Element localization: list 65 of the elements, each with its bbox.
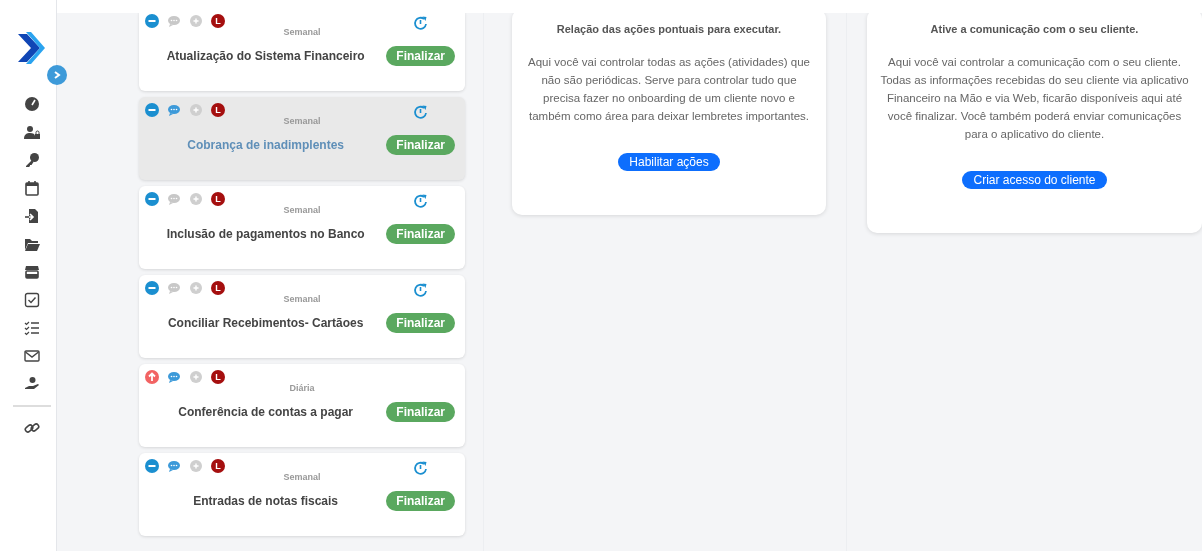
repeat-clock-icon[interactable] — [413, 460, 429, 476]
task-card[interactable]: L Diária Conferência de contas a pagar Finalizar — [139, 364, 465, 447]
chevron-right-icon — [52, 70, 62, 80]
link-icon[interactable] — [24, 420, 40, 436]
card-title: Ative a comunicação com o seu cliente. — [930, 23, 1139, 35]
arrow-up-icon[interactable] — [145, 370, 159, 384]
letter-badge: L — [211, 370, 225, 384]
calendar-icon[interactable] — [24, 180, 40, 196]
finalize-button[interactable]: Finalizar — [386, 491, 455, 511]
repeat-clock-icon[interactable] — [413, 193, 429, 209]
frequency-label: Semanal — [283, 294, 321, 304]
finalize-button[interactable]: Finalizar — [386, 46, 455, 66]
frequency-label: Semanal — [283, 116, 321, 126]
letter-badge: L — [211, 459, 225, 473]
task-title: Cobrança de inadimplentes — [186, 138, 345, 152]
action-button[interactable]: Habilitar ações — [618, 153, 720, 171]
checklist-icon[interactable] — [24, 320, 40, 336]
minus-icon[interactable] — [145, 192, 159, 206]
expand-button[interactable] — [47, 65, 67, 85]
minus-icon[interactable] — [145, 281, 159, 295]
frequency-label: Semanal — [283, 205, 321, 215]
repeat-clock-icon[interactable] — [413, 282, 429, 298]
action-button[interactable]: Criar acesso do cliente — [962, 171, 1107, 189]
checkbox-icon[interactable] — [24, 292, 40, 308]
frequency-label: Semanal — [283, 472, 321, 482]
minus-icon[interactable] — [145, 459, 159, 473]
user-lock-icon[interactable] — [24, 124, 40, 140]
key-icon[interactable] — [24, 152, 40, 168]
task-title: Conferência de contas a pagar — [177, 405, 354, 419]
finalize-button[interactable]: Finalizar — [386, 402, 455, 422]
task-title: Conciliar Recebimentos- Cartãoes — [166, 316, 365, 330]
folder-icon[interactable] — [24, 236, 40, 252]
hand-coin-icon[interactable] — [24, 376, 40, 392]
finalize-button[interactable]: Finalizar — [386, 135, 455, 155]
letter-badge: L — [211, 14, 225, 28]
minus-icon[interactable] — [145, 14, 159, 28]
task-title: Inclusão de pagamentos no Banco — [165, 227, 366, 241]
task-title: Entradas de notas fiscais — [192, 494, 339, 508]
repeat-clock-icon[interactable] — [413, 15, 429, 31]
task-card[interactable]: L Semanal Conciliar Recebimentos- Cartãoes Finalizar — [139, 275, 465, 358]
file-import-icon[interactable] — [24, 208, 40, 224]
finalize-button[interactable]: Finalizar — [386, 224, 455, 244]
card-title: Relação das ações pontuais para executar. — [556, 23, 782, 35]
comment-icon[interactable] — [167, 370, 181, 384]
logo-icon — [16, 30, 46, 66]
task-card[interactable]: L Semanal Atualização do Sistema Financeiro Finalizar — [139, 13, 465, 91]
comment-icon[interactable] — [167, 103, 181, 117]
finalize-button[interactable]: Finalizar — [386, 313, 455, 333]
comment-icon[interactable] — [167, 459, 181, 473]
store-icon[interactable] — [24, 264, 40, 280]
repeat-clock-icon[interactable] — [413, 104, 429, 120]
mail-icon[interactable] — [24, 348, 40, 364]
task-title: Atualização do Sistema Financeiro — [165, 49, 366, 63]
card-description: Aqui você vai controlar a comunicação com o seu cliente. Todas as informações recebidas do seu cliente via aplicativo Financeiro na Mão e via Web, ficarão disponíveis aqui até você finalizar. Você também poderá enviar comunicações para o aplicativo do cliente. — [879, 55, 1190, 142]
letter-badge: L — [211, 103, 225, 117]
frequency-label: Diária — [289, 383, 315, 393]
task-card[interactable]: L Semanal Cobrança de inadimplentes Finalizar — [139, 97, 465, 180]
card-description: Aqui você vai controlar todas as ações (atividades) que não são periódicas. Serve para controlar tudo que precisa fazer no onboarding de um cliente novo e também como área para deixar lembretes importantes. — [527, 55, 811, 124]
minus-icon[interactable] — [145, 103, 159, 117]
gauge-icon[interactable] — [24, 96, 40, 112]
task-card[interactable]: L Semanal Entradas de notas fiscais Finalizar — [139, 453, 465, 536]
letter-badge: L — [211, 192, 225, 206]
letter-badge: L — [211, 281, 225, 295]
frequency-label: Semanal — [283, 27, 321, 37]
task-card[interactable]: L Semanal Inclusão de pagamentos no Banco Finalizar — [139, 186, 465, 269]
